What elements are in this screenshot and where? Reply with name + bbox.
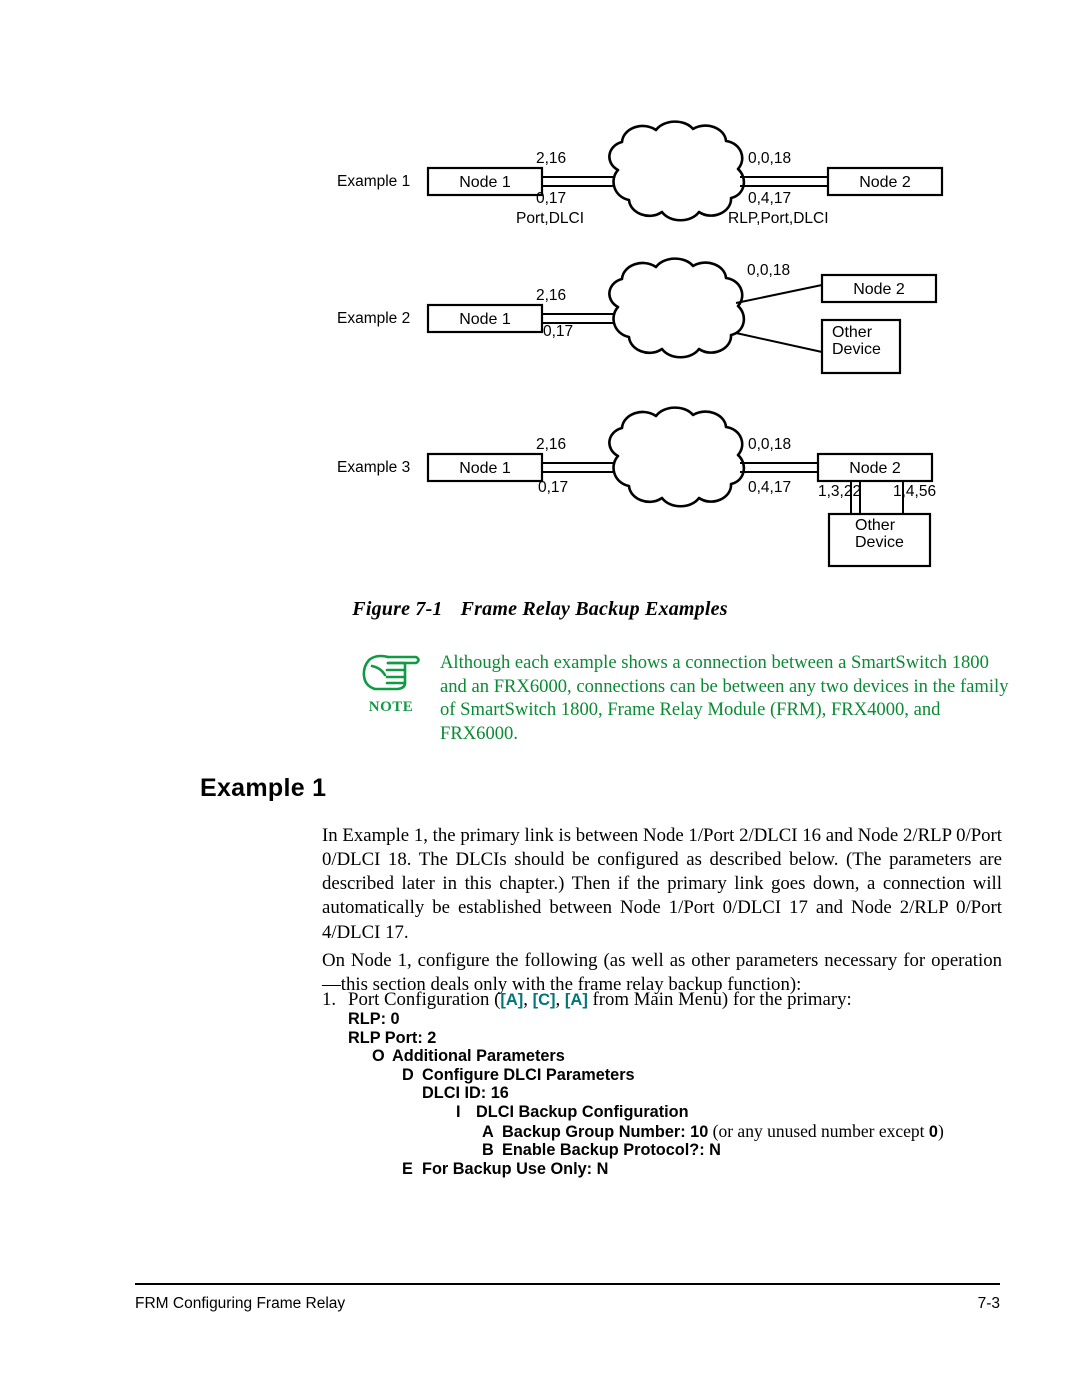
step-number: 1. xyxy=(322,989,337,1010)
config-row-label: Backup Group Number: 10 xyxy=(502,1122,709,1141)
body-paragraph-1: In Example 1, the primary link is betwee… xyxy=(322,824,1002,943)
step-text-before: Port Configuration ( xyxy=(348,989,501,1010)
note-text: Although each example shows a connection… xyxy=(440,652,1009,744)
step-item-1: 1. Port Configuration ([A], [C], [A] from… xyxy=(322,988,1012,1012)
example-2-node1-label: Node 1 xyxy=(459,311,511,328)
keycap-c[interactable]: [C] xyxy=(533,991,556,1009)
key-sep-2: , xyxy=(555,989,565,1010)
example-3-left-bottom-label: 0,17 xyxy=(538,479,568,496)
example-1-node2-label: Node 2 xyxy=(859,174,911,191)
diagram-example-3: Example 3 Node 1 2,16 0,17 0,0,18 0,4,17… xyxy=(337,406,936,568)
example-1-right-bottom-label: 0,4,17 xyxy=(748,190,791,207)
example-3-other-device-line1: Other xyxy=(855,517,896,534)
example-2-node2-label: Node 2 xyxy=(853,281,905,298)
figure-frame-relay-backup-examples: Example 1 Node 1 2,16 0,17 Port,DLCI 0,0… xyxy=(0,0,1080,580)
example-3-node1-label: Node 1 xyxy=(459,460,511,477)
config-row-dlci-id: DLCI ID: 16 xyxy=(422,1085,1008,1103)
keycap-a-1[interactable]: [A] xyxy=(500,991,523,1009)
example-2-branch-node2 xyxy=(735,284,823,304)
pointing-hand-icon xyxy=(362,654,420,691)
config-menu-tree: RLP: 0 RLP Port: 2 O Additional Parameter… xyxy=(348,1010,1008,1179)
example-3-other-device-line2: Device xyxy=(855,534,904,551)
example-2-cloud xyxy=(608,257,746,359)
config-row-key: I xyxy=(456,1102,461,1121)
footer-page-number: 7-3 xyxy=(977,1295,1000,1312)
example-1-node1-label: Node 1 xyxy=(459,174,511,191)
config-row-for-backup-use-only[interactable]: E For Backup Use Only: N xyxy=(402,1159,1008,1179)
example-3-right-top-label: 0,0,18 xyxy=(748,436,791,453)
config-row-additional-parameters[interactable]: O Additional Parameters xyxy=(372,1047,1008,1066)
note-block: NOTE Although each example shows a conne… xyxy=(352,648,1012,758)
example-1-left-top-label: 2,16 xyxy=(536,150,566,167)
example-3-node2-label: Node 2 xyxy=(849,460,901,477)
example-2-left-bottom-label: 0,17 xyxy=(543,323,573,340)
config-row-label: Additional Parameters xyxy=(392,1047,565,1066)
example-2-other-device-line2: Device xyxy=(832,341,881,358)
config-row-label: RLP: 0 xyxy=(348,1010,400,1028)
key-sep-1: , xyxy=(523,989,533,1010)
step-text-after: from Main Menu) for the primary: xyxy=(587,989,852,1010)
config-row-backup-group-number[interactable]: A Backup Group Number: 10 (or any unused … xyxy=(482,1121,1008,1142)
example-2-label: Example 2 xyxy=(337,310,410,327)
keycap-a-2[interactable]: [A] xyxy=(565,991,588,1009)
footer-document-title: FRM Configuring Frame Relay xyxy=(135,1295,346,1312)
config-note-prefix: (or any unused number except xyxy=(708,1120,929,1141)
example-2-other-device-line1: Other xyxy=(832,324,873,341)
example-1-label: Example 1 xyxy=(337,173,410,190)
config-row-rlp-port: RLP Port: 2 xyxy=(348,1028,1008,1048)
figure-caption-number: Figure 7-1 xyxy=(352,598,443,620)
example-1-left-bottom-label: 0,17 xyxy=(536,190,566,207)
example-2-left-top-label: 2,16 xyxy=(536,287,566,304)
config-row-rlp: RLP: 0 xyxy=(348,1010,1008,1029)
config-row-configure-dlci-parameters[interactable]: D Configure DLCI Parameters xyxy=(402,1065,1008,1085)
example-1-cloud xyxy=(608,120,746,222)
config-row-key: D xyxy=(402,1065,414,1084)
config-row-label: RLP Port: 2 xyxy=(348,1028,437,1047)
config-note-bold: 0 xyxy=(928,1122,938,1141)
example-1-right-legend: RLP,Port,DLCI xyxy=(728,210,829,227)
config-row-label: Enable Backup Protocol?: N xyxy=(502,1141,721,1160)
diagram-example-2: Example 2 Node 1 2,16 0,17 0,0,18 Node 2… xyxy=(337,257,938,375)
page-title: Example 1 xyxy=(200,773,327,802)
diagram-example-1: Example 1 Node 1 2,16 0,17 Port,DLCI 0,0… xyxy=(337,120,944,227)
config-row-label: DLCI ID: 16 xyxy=(422,1084,509,1103)
example-3-cloud xyxy=(608,406,746,508)
config-note-suffix: ) xyxy=(937,1120,944,1141)
config-row-label: For Backup Use Only: N xyxy=(422,1159,609,1178)
note-icon-wrap: NOTE xyxy=(352,648,430,716)
example-3-down-left-label: 1,3,22 xyxy=(818,483,861,500)
config-row-enable-backup-protocol[interactable]: B Enable Backup Protocol?: N xyxy=(482,1141,1008,1160)
footer-divider xyxy=(135,1283,1000,1285)
example-2-branch-other-device xyxy=(735,332,823,353)
config-row-label: DLCI Backup Configuration xyxy=(476,1102,689,1121)
example-1-left-legend: Port,DLCI xyxy=(516,210,584,227)
config-row-label: Configure DLCI Parameters xyxy=(422,1065,635,1084)
example-1-right-top-label: 0,0,18 xyxy=(748,150,791,167)
example-3-label: Example 3 xyxy=(337,459,410,476)
example-3-down-right-label: 1,4,56 xyxy=(893,483,936,500)
config-row-key: E xyxy=(402,1159,413,1178)
config-row-key: B xyxy=(482,1141,494,1160)
example-3-left-top-label: 2,16 xyxy=(536,436,566,453)
figure-caption: Figure 7-1 Frame Relay Backup Examples xyxy=(0,598,1080,621)
config-row-key: O xyxy=(372,1047,385,1066)
config-row-key: A xyxy=(482,1122,494,1141)
example-3-right-bottom-label: 0,4,17 xyxy=(748,479,791,496)
page-footer: FRM Configuring Frame Relay 7-3 xyxy=(135,1295,1000,1313)
example-2-right-top-label: 0,0,18 xyxy=(747,262,790,279)
config-row-note: (or any unused number except 0) xyxy=(708,1121,944,1141)
config-row-dlci-backup-configuration[interactable]: I DLCI Backup Configuration xyxy=(456,1102,1008,1122)
note-icon-label: NOTE xyxy=(368,699,414,715)
figure-caption-title: Frame Relay Backup Examples xyxy=(460,598,728,620)
